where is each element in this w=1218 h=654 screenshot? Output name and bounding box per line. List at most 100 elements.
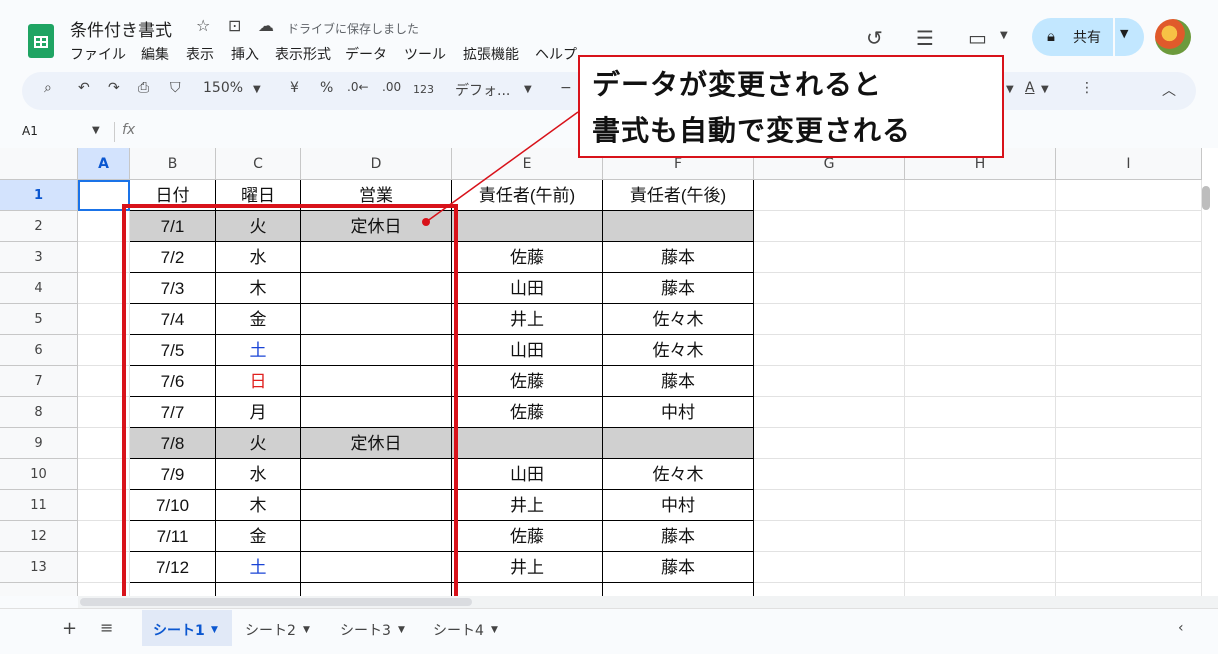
cell[interactable]: 佐藤 xyxy=(452,242,603,273)
row-header[interactable]: 8 xyxy=(0,397,78,428)
all-sheets-icon[interactable]: ≡ xyxy=(100,618,113,637)
cell[interactable] xyxy=(905,180,1056,211)
share-dropdown-icon[interactable]: ▼ xyxy=(1120,27,1128,40)
cell[interactable] xyxy=(905,304,1056,335)
text-color-caret-icon[interactable]: ▼ xyxy=(1041,84,1049,95)
cell[interactable] xyxy=(905,459,1056,490)
row-header[interactable]: 1 xyxy=(0,180,78,211)
menu-item[interactable]: 挿入 xyxy=(231,44,259,64)
row-header[interactable]: 13 xyxy=(0,552,78,583)
cell[interactable] xyxy=(1056,583,1202,596)
cell[interactable]: 藤本 xyxy=(603,552,754,583)
font-select[interactable]: デフォ... xyxy=(455,80,510,100)
undo-icon[interactable]: ↶ xyxy=(78,80,90,96)
row-header[interactable]: 9 xyxy=(0,428,78,459)
cell[interactable]: 佐々木 xyxy=(603,304,754,335)
sheet-tab-dropdown-icon[interactable]: ▼ xyxy=(491,625,498,635)
sheet-tab[interactable]: シート3 xyxy=(340,620,391,640)
name-box-dropdown-icon[interactable]: ▼ xyxy=(92,125,100,136)
cell[interactable]: 中村 xyxy=(603,490,754,521)
sheet-tab-dropdown-icon[interactable]: ▼ xyxy=(398,625,405,635)
cell[interactable] xyxy=(905,273,1056,304)
row-header[interactable]: 3 xyxy=(0,242,78,273)
print-icon[interactable]: ⎙ xyxy=(138,80,149,96)
menu-item[interactable]: ヘルプ xyxy=(535,44,577,64)
cell[interactable] xyxy=(905,552,1056,583)
column-header[interactable]: C xyxy=(216,148,301,180)
cell[interactable] xyxy=(754,428,905,459)
cell[interactable] xyxy=(1056,242,1202,273)
zoom-select[interactable]: 150% xyxy=(203,80,243,96)
meet-dropdown-icon[interactable]: ▼ xyxy=(1000,30,1008,41)
cell[interactable] xyxy=(452,428,603,459)
cell[interactable]: 山田 xyxy=(452,273,603,304)
text-color-icon[interactable]: A xyxy=(1025,80,1035,96)
cell[interactable] xyxy=(905,521,1056,552)
cell[interactable] xyxy=(905,335,1056,366)
cell[interactable] xyxy=(1056,459,1202,490)
cell[interactable] xyxy=(754,211,905,242)
cell[interactable] xyxy=(1056,552,1202,583)
redo-icon[interactable]: ↷ xyxy=(108,80,120,96)
cell[interactable] xyxy=(905,366,1056,397)
name-box[interactable]: A1 xyxy=(22,124,38,138)
cell[interactable] xyxy=(452,583,603,596)
avatar[interactable] xyxy=(1155,19,1191,55)
row-header[interactable]: 4 xyxy=(0,273,78,304)
cell[interactable] xyxy=(1056,304,1202,335)
cell[interactable] xyxy=(1056,521,1202,552)
cell[interactable] xyxy=(1056,335,1202,366)
cell[interactable]: 佐々木 xyxy=(603,335,754,366)
search-menus-icon[interactable]: ⌕ xyxy=(44,80,52,96)
cell[interactable] xyxy=(754,335,905,366)
cell[interactable] xyxy=(1056,180,1202,211)
cell[interactable] xyxy=(754,397,905,428)
cell[interactable] xyxy=(452,211,603,242)
cell[interactable] xyxy=(1056,211,1202,242)
row-header[interactable]: 6 xyxy=(0,335,78,366)
vertical-scrollbar[interactable] xyxy=(1202,186,1210,210)
cell[interactable]: 佐藤 xyxy=(452,397,603,428)
row-header[interactable]: 2 xyxy=(0,211,78,242)
cell[interactable]: 中村 xyxy=(603,397,754,428)
cell[interactable]: 山田 xyxy=(452,335,603,366)
horizontal-scrollbar[interactable] xyxy=(80,598,472,606)
sheets-logo-icon[interactable] xyxy=(28,24,54,58)
font-size-decrease-button[interactable]: − xyxy=(560,80,572,96)
cell[interactable] xyxy=(905,490,1056,521)
meet-icon[interactable]: ▭ xyxy=(968,26,987,50)
percent-format-button[interactable]: % xyxy=(320,80,333,96)
cell[interactable] xyxy=(905,583,1056,596)
comments-icon[interactable]: ☰ xyxy=(916,26,934,50)
document-title[interactable]: 条件付き書式 xyxy=(70,16,172,41)
menu-item[interactable]: 拡張機能 xyxy=(463,44,519,64)
cell[interactable] xyxy=(754,552,905,583)
cell[interactable] xyxy=(1056,428,1202,459)
column-header[interactable]: D xyxy=(301,148,452,180)
cell[interactable]: 藤本 xyxy=(603,521,754,552)
cell[interactable]: 藤本 xyxy=(603,366,754,397)
menu-item[interactable]: データ xyxy=(345,44,387,64)
cell[interactable] xyxy=(754,304,905,335)
cell[interactable] xyxy=(1056,397,1202,428)
zoom-dropdown-icon[interactable]: ▼ xyxy=(253,84,261,95)
cell[interactable]: 井上 xyxy=(452,490,603,521)
cell[interactable]: 佐藤 xyxy=(452,521,603,552)
column-header[interactable]: B xyxy=(130,148,216,180)
column-header[interactable]: A xyxy=(78,148,130,180)
cell[interactable]: 佐々木 xyxy=(603,459,754,490)
row-header[interactable]: 11 xyxy=(0,490,78,521)
menu-item[interactable]: 編集 xyxy=(141,44,169,64)
decrease-decimal-button[interactable]: .0← xyxy=(347,80,369,94)
row-header[interactable] xyxy=(0,583,78,596)
cell[interactable] xyxy=(754,490,905,521)
cell[interactable]: 責任者(午後) xyxy=(603,180,754,211)
add-sheet-icon[interactable]: + xyxy=(62,618,77,639)
cell[interactable]: 藤本 xyxy=(603,242,754,273)
font-dropdown-icon[interactable]: ▼ xyxy=(524,84,532,95)
paint-format-icon[interactable]: ⛉ xyxy=(170,80,181,96)
cell[interactable] xyxy=(754,242,905,273)
cell[interactable]: 山田 xyxy=(452,459,603,490)
sheet-tab-dropdown-icon[interactable]: ▼ xyxy=(303,625,310,635)
menu-item[interactable]: ファイル xyxy=(70,44,126,64)
